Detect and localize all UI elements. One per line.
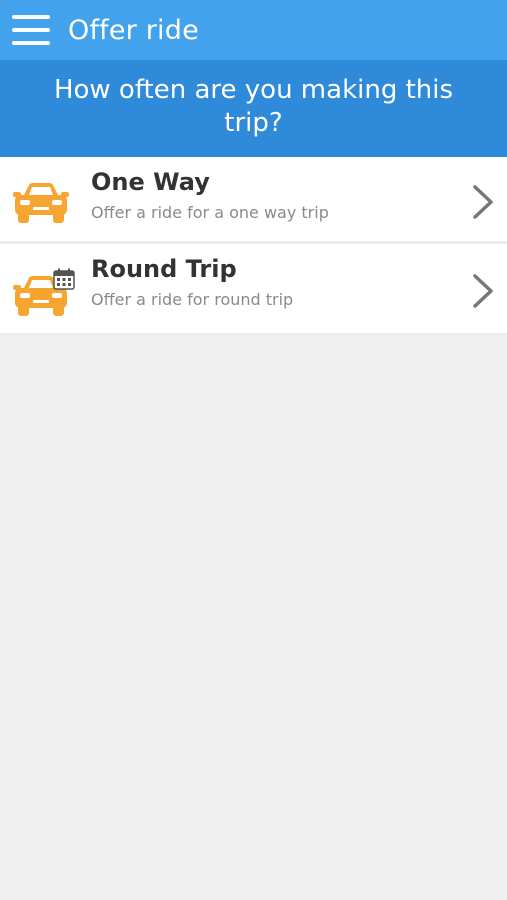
menu-line-middle (12, 28, 50, 32)
option-subtitle: Offer a ride for a one way trip (91, 203, 329, 222)
option-title: One Way (91, 168, 210, 196)
hamburger-menu-icon[interactable] (12, 15, 50, 45)
app-bar: Offer ride (0, 0, 507, 60)
menu-line-bottom (12, 41, 50, 45)
option-subtitle: Offer a ride for round trip (91, 290, 294, 309)
trip-type-list: One Way Offer a ride for a one way trip (0, 157, 507, 333)
chevron-right-icon (473, 185, 493, 219)
calendar-icon (53, 268, 75, 290)
menu-line-top (12, 15, 50, 19)
option-title: Round Trip (91, 255, 237, 283)
car-icon (13, 183, 69, 223)
chevron-right-icon (473, 274, 493, 308)
trip-frequency-question: How often are you making this trip? (0, 60, 507, 157)
page-title: Offer ride (68, 14, 199, 46)
one-way-option[interactable]: One Way Offer a ride for a one way trip (0, 157, 507, 244)
round-trip-option[interactable]: Round Trip Offer a ride for round trip (0, 244, 507, 333)
